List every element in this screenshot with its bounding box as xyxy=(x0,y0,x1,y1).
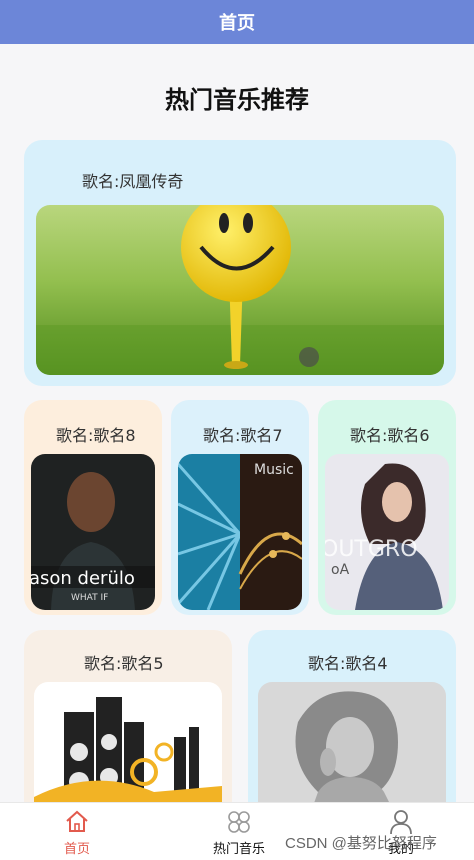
song-cover-image: Music xyxy=(178,454,302,610)
song-card[interactable]: 歌名:歌名4 xyxy=(248,630,456,820)
album-artist-text: oA xyxy=(331,562,350,578)
tab-label: 首页 xyxy=(63,842,90,857)
album-title-text: OUTGRO xyxy=(325,537,418,562)
tab-hot-music[interactable]: 热门音乐 xyxy=(199,809,279,857)
song-card[interactable]: 歌名:歌名7 Music xyxy=(171,400,309,615)
tab-home[interactable]: 首页 xyxy=(37,809,117,857)
tab-label: 热门音乐 xyxy=(212,842,265,857)
song-cover-image xyxy=(36,205,444,375)
watermark-text: CSDN @基努比努程序 xyxy=(285,835,437,852)
song-name: 歌名:凤凰传奇 xyxy=(82,172,184,191)
song-name: 歌名:歌名4 xyxy=(308,654,388,673)
song-card-featured[interactable]: 歌名:凤凰传奇 xyxy=(24,140,456,386)
header-title: 首页 xyxy=(219,13,255,34)
song-card[interactable]: 歌名:歌名6 OUTGRO oA xyxy=(318,400,456,615)
song-name: 歌名:歌名6 xyxy=(350,426,430,445)
song-name: 歌名:歌名8 xyxy=(56,426,136,445)
section-title: 热门音乐推荐 xyxy=(165,86,309,114)
song-card[interactable]: 歌名:歌名5 xyxy=(24,630,232,820)
song-name: 歌名:歌名7 xyxy=(203,426,283,445)
album-title-text: Music xyxy=(254,462,294,478)
song-cover-image xyxy=(258,682,446,820)
album-title-text: WHAT IF xyxy=(71,593,108,603)
home-icon xyxy=(64,809,90,835)
clover-icon xyxy=(226,809,252,835)
song-name: 歌名:歌名5 xyxy=(84,654,164,673)
song-card[interactable]: 歌名:歌名8 ason derülo WHAT IF xyxy=(24,400,162,615)
header-bar: 首页 xyxy=(0,0,474,44)
album-artist-text: ason derülo xyxy=(31,568,135,589)
song-cover-image xyxy=(34,682,222,820)
song-cover-image: OUTGRO oA xyxy=(325,454,449,610)
song-cover-image: ason derülo WHAT IF xyxy=(31,454,155,610)
